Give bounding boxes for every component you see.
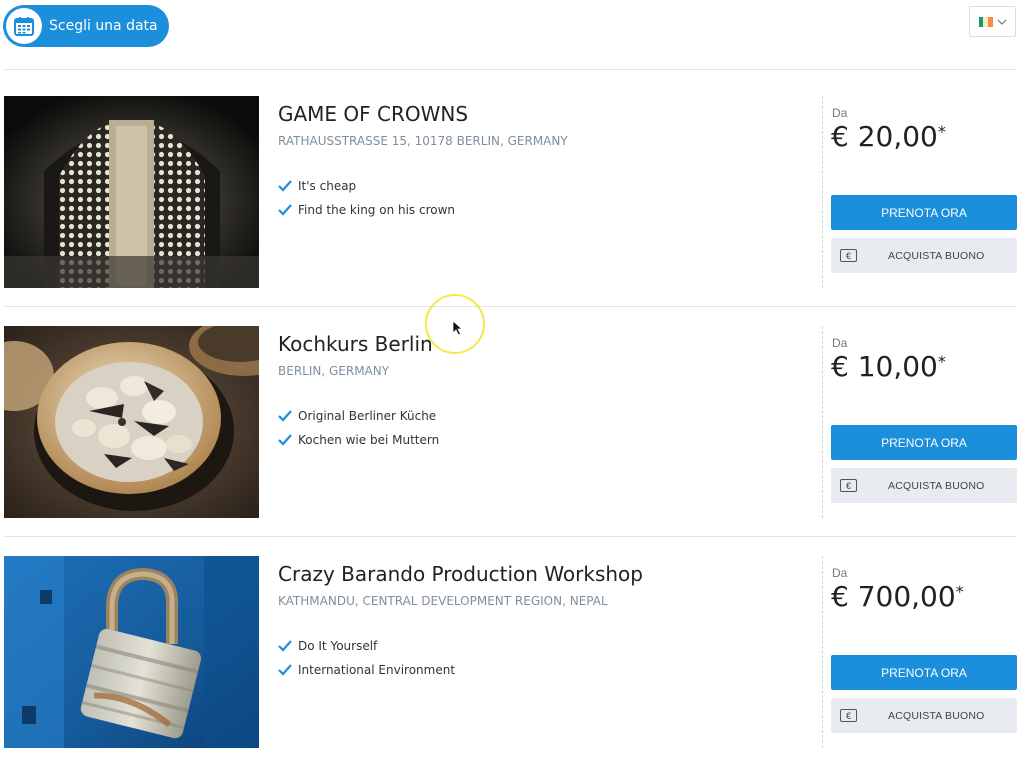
check-icon xyxy=(278,180,292,192)
price-divider xyxy=(822,326,823,518)
feature-text: Kochen wie bei Muttern xyxy=(298,433,440,447)
listing-photo[interactable] xyxy=(4,556,259,748)
feature-item: It's cheap xyxy=(278,174,455,198)
price: € 700,00* xyxy=(831,580,964,613)
listing-card: GAME OF CROWNS RATHAUSSTRASSE 15, 10178 … xyxy=(0,96,1024,326)
language-select[interactable] xyxy=(969,6,1016,37)
listing-card: Crazy Barando Production Workshop KATHMA… xyxy=(0,556,1024,776)
buy-voucher-label: ACQUISTA BUONO xyxy=(888,709,985,722)
euro-voucher-icon: € xyxy=(840,249,857,262)
book-now-button[interactable]: PRENOTA ORA xyxy=(831,655,1017,690)
feature-item: Find the king on his crown xyxy=(278,198,455,222)
mouse-pointer-icon xyxy=(452,320,463,336)
feature-text: Do It Yourself xyxy=(298,639,378,653)
feature-list: It's cheap Find the king on his crown xyxy=(278,174,455,222)
from-label: Da xyxy=(832,566,848,580)
from-label: Da xyxy=(832,106,848,120)
listing-title[interactable]: Crazy Barando Production Workshop xyxy=(278,562,643,586)
buy-voucher-label: ACQUISTA BUONO xyxy=(888,479,985,492)
buy-voucher-button[interactable]: € ACQUISTA BUONO xyxy=(831,698,1017,733)
calendar-icon xyxy=(6,8,42,44)
price-mark: * xyxy=(955,582,964,601)
check-icon xyxy=(278,664,292,676)
price-mark: * xyxy=(937,122,946,141)
feature-item: International Environment xyxy=(278,658,455,682)
listing-address: KATHMANDU, CENTRAL DEVELOPMENT REGION, N… xyxy=(278,594,608,608)
price-divider xyxy=(822,556,823,748)
listing-card: Kochkurs Berlin BERLIN, GERMANY Original… xyxy=(0,326,1024,556)
check-icon xyxy=(278,640,292,652)
price-value: € 10,00 xyxy=(831,350,938,383)
price-value: € 700,00 xyxy=(831,580,956,613)
feature-item: Kochen wie bei Muttern xyxy=(278,428,439,452)
euro-voucher-icon: € xyxy=(840,709,857,722)
price: € 10,00* xyxy=(831,350,946,383)
listing-photo[interactable] xyxy=(4,96,259,288)
feature-text: Find the king on his crown xyxy=(298,203,456,217)
price-value: € 20,00 xyxy=(831,120,938,153)
listing-address: BERLIN, GERMANY xyxy=(278,364,390,378)
check-icon xyxy=(278,204,292,216)
euro-voucher-icon: € xyxy=(840,479,857,492)
feature-text: International Environment xyxy=(298,663,456,677)
buy-voucher-label: ACQUISTA BUONO xyxy=(888,249,985,262)
card-divider xyxy=(4,536,1016,537)
price: € 20,00* xyxy=(831,120,946,153)
book-now-button[interactable]: PRENOTA ORA xyxy=(831,425,1017,460)
book-now-button[interactable]: PRENOTA ORA xyxy=(831,195,1017,230)
card-divider xyxy=(4,306,1016,307)
buy-voucher-button[interactable]: € ACQUISTA BUONO xyxy=(831,468,1017,503)
price-divider xyxy=(822,96,823,288)
choose-date-label: Scegli una data xyxy=(49,18,158,34)
chevron-down-icon xyxy=(997,19,1006,25)
price-mark: * xyxy=(937,352,946,371)
header-divider xyxy=(4,69,1016,70)
listing-title[interactable]: Kochkurs Berlin xyxy=(278,332,433,356)
check-icon xyxy=(278,410,292,422)
feature-item: Do It Yourself xyxy=(278,634,455,658)
check-icon xyxy=(278,434,292,446)
listing-title[interactable]: GAME OF CROWNS xyxy=(278,102,468,126)
feature-list: Do It Yourself International Environment xyxy=(278,634,455,682)
listing-address: RATHAUSSTRASSE 15, 10178 BERLIN, GERMANY xyxy=(278,134,568,148)
listing-photo[interactable] xyxy=(4,326,259,518)
feature-list: Original Berliner Küche Kochen wie bei M… xyxy=(278,404,439,452)
feature-item: Original Berliner Küche xyxy=(278,404,439,428)
buy-voucher-button[interactable]: € ACQUISTA BUONO xyxy=(831,238,1017,273)
feature-text: Original Berliner Küche xyxy=(298,409,437,423)
choose-date-button[interactable]: Scegli una data xyxy=(3,5,169,47)
from-label: Da xyxy=(832,336,848,350)
feature-text: It's cheap xyxy=(298,179,357,193)
top-bar: Scegli una data xyxy=(0,0,1024,70)
flag-icon xyxy=(978,16,993,27)
